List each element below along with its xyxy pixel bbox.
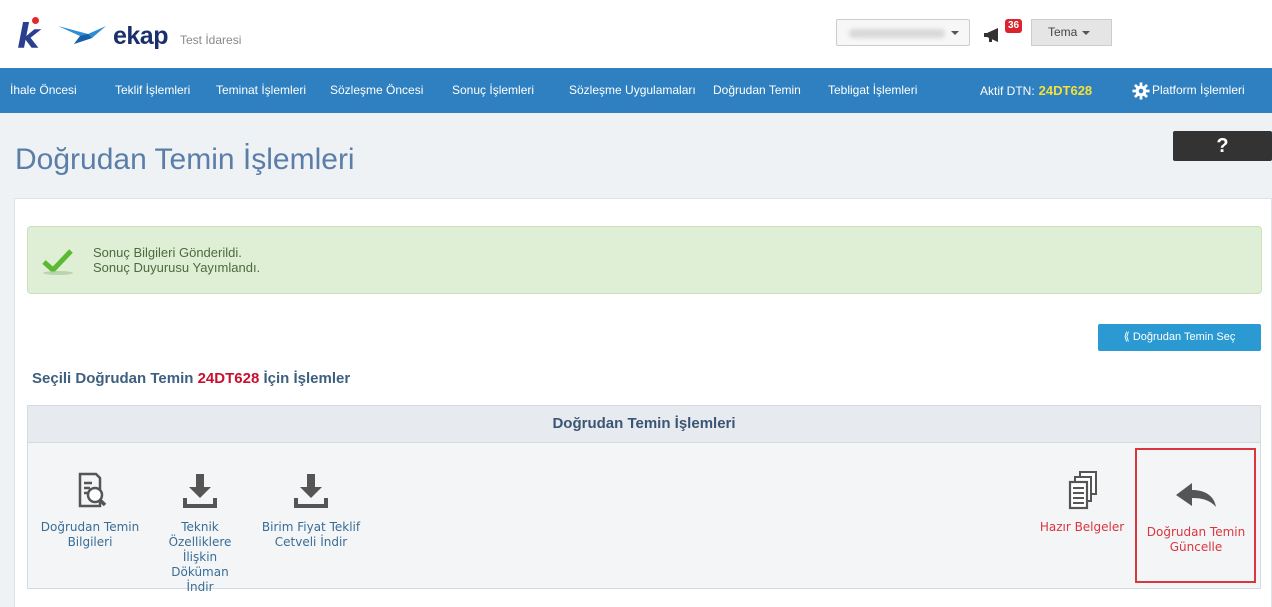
notifications-button[interactable]: 36 [984, 19, 1024, 46]
nav-dogrudan-temin[interactable]: Doğrudan Temin [713, 68, 801, 113]
op-direct-procurement-info[interactable]: Doğrudan Temin Bilgileri [37, 470, 143, 550]
top-header: k ekap Test İdaresi 36 Tema [0, 0, 1272, 68]
op-label-line: Cetveli İndir [274, 535, 348, 549]
ekap-bird-logo [58, 26, 106, 44]
active-dtn-value: 24DT628 [1038, 83, 1093, 98]
platform-label: Platform İşlemleri [1152, 83, 1245, 97]
select-button-label: Doğrudan Temin Seç [1132, 331, 1236, 343]
op-label-line: Birim Fiyat Teklif [261, 520, 361, 534]
section-title-prefix: Seçili Doğrudan Temin [32, 370, 194, 387]
op-unit-price-schedule-download[interactable]: Birim Fiyat Teklif Cetveli İndir [251, 470, 371, 550]
ekap-brand[interactable]: ekap [113, 22, 168, 51]
alert-line-sent: Sonuç Bilgileri Gönderildi. [93, 245, 242, 260]
user-select-dropdown[interactable] [836, 19, 970, 46]
section-title-code: 24DT628 [197, 370, 260, 387]
notification-badge: 36 [1005, 19, 1023, 33]
op-label-line: İndir [186, 580, 214, 594]
op-label-line: Bilgileri [67, 535, 113, 549]
platform-menu[interactable]: Platform İşlemleri [1132, 68, 1245, 113]
section-title-suffix: İçin İşlemler [263, 370, 351, 387]
chevron-down-icon [951, 31, 959, 35]
help-button[interactable]: ? [1173, 131, 1272, 161]
nav-sonuc-islemleri[interactable]: Sonuç İşlemleri [452, 68, 534, 113]
active-dtn[interactable]: Aktif DTN: 24DT628 [980, 68, 1092, 113]
op-label-line: Teknik [181, 520, 219, 534]
nav-sozlesme-uygulamalari[interactable]: Sözleşme Uygulamaları [569, 68, 696, 113]
op-label-line: Özelliklere [168, 535, 232, 549]
selected-section-title: Seçili Doğrudan Temin 24DT628 İçin İşlem… [32, 370, 350, 387]
nav-ihale-oncesi[interactable]: İhale Öncesi [10, 68, 77, 113]
chevron-down-icon [1082, 30, 1091, 35]
gear-icon [1132, 82, 1150, 100]
op-label-line: İlişkin Döküman [171, 550, 229, 579]
nav-teminat-islemleri[interactable]: Teminat İşlemleri [216, 68, 306, 113]
op-technical-spec-download[interactable]: Teknik Özelliklere İlişkin Döküman İndir [160, 470, 240, 595]
download-icon [294, 474, 328, 508]
theme-label: Tema [1048, 25, 1078, 39]
nav-tebligat-islemleri[interactable]: Tebligat İşlemleri [828, 68, 917, 113]
megaphone-icon [984, 28, 998, 42]
documents-icon [1068, 471, 1097, 510]
organization-name: Test İdaresi [180, 33, 242, 47]
page-title: Doğrudan Temin İşlemleri [15, 143, 355, 176]
highlight-box [1135, 448, 1256, 583]
download-icon [183, 474, 217, 508]
op-ready-documents[interactable]: Hazır Belgeler [1029, 470, 1135, 535]
success-alert: Sonuç Bilgileri Gönderildi. Sonuç Duyuru… [27, 226, 1262, 294]
operations-header: Doğrudan Temin İşlemleri [27, 405, 1261, 443]
document-search-icon [78, 472, 107, 508]
alert-line-published: Sonuç Duyurusu Yayımlandı. [93, 260, 261, 275]
double-chevron-left-icon: ⟪ [1123, 331, 1130, 343]
theme-dropdown[interactable]: Tema [1031, 19, 1112, 46]
nav-sozlesme-oncesi[interactable]: Sözleşme Öncesi [330, 68, 423, 113]
checkmark-icon [42, 249, 73, 275]
main-navbar: İhale Öncesi Teklif İşlemleri Teminat İş… [0, 68, 1272, 113]
nav-teklif-islemleri[interactable]: Teklif İşlemleri [115, 68, 190, 113]
kik-logo[interactable]: k [17, 17, 40, 54]
blurred-user-name [849, 29, 945, 38]
op-label-line: Doğrudan Temin [40, 520, 140, 534]
op-label-line: Hazır Belgeler [1039, 520, 1125, 534]
main-panel: Sonuç Bilgileri Gönderildi. Sonuç Duyuru… [14, 198, 1272, 607]
active-dtn-label: Aktif DTN: [980, 84, 1035, 98]
select-direct-procurement-button[interactable]: ⟪ Doğrudan Temin Seç [1098, 324, 1261, 351]
